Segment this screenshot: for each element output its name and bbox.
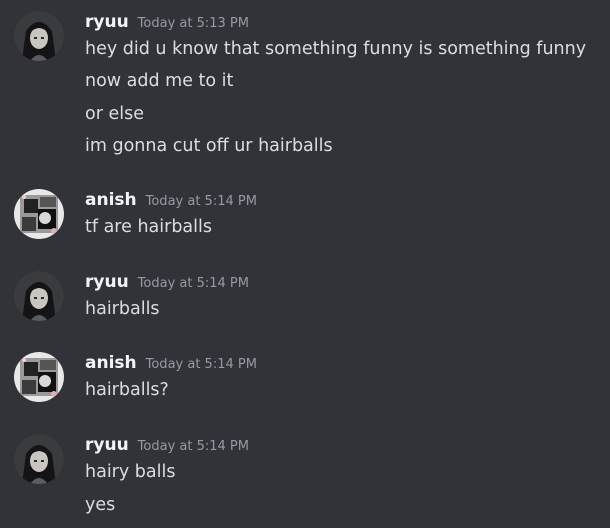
anime-girl-avatar-icon xyxy=(14,434,64,484)
username[interactable]: ryuu xyxy=(85,272,129,292)
message-text: im gonna cut off ur hairballs xyxy=(85,136,333,156)
timestamp: Today at 5:14 PM xyxy=(145,194,257,209)
chat-message-list: ryuu Today at 5:13 PM hey did u know tha… xyxy=(0,0,610,528)
message-header: anish Today at 5:14 PM xyxy=(85,353,257,375)
timestamp: Today at 5:13 PM xyxy=(137,16,249,31)
message-header: ryuu Today at 5:13 PM xyxy=(85,12,249,34)
username[interactable]: anish xyxy=(85,353,137,373)
message-header: ryuu Today at 5:14 PM xyxy=(85,435,249,457)
anime-girl-avatar-icon xyxy=(14,11,64,61)
user-avatar[interactable] xyxy=(14,271,64,321)
message-text: hairballs? xyxy=(85,380,169,400)
timestamp: Today at 5:14 PM xyxy=(145,357,257,372)
timestamp: Today at 5:14 PM xyxy=(137,439,249,454)
username[interactable]: anish xyxy=(85,190,137,210)
grayscale-collage-avatar-icon xyxy=(14,352,64,402)
user-avatar[interactable] xyxy=(14,189,64,239)
message-text: hairballs xyxy=(85,299,160,319)
anime-girl-avatar-icon xyxy=(14,271,64,321)
username[interactable]: ryuu xyxy=(85,12,129,32)
message-text: or else xyxy=(85,104,144,124)
message-text: hairy balls xyxy=(85,462,176,482)
grayscale-collage-avatar-icon xyxy=(14,189,64,239)
user-avatar[interactable] xyxy=(14,434,64,484)
user-avatar[interactable] xyxy=(14,352,64,402)
message-header: anish Today at 5:14 PM xyxy=(85,190,257,212)
username[interactable]: ryuu xyxy=(85,435,129,455)
message-text: now add me to it xyxy=(85,71,234,91)
user-avatar[interactable] xyxy=(14,11,64,61)
message-header: ryuu Today at 5:14 PM xyxy=(85,272,249,294)
timestamp: Today at 5:14 PM xyxy=(137,276,249,291)
message-text: hey did u know that something funny is s… xyxy=(85,39,587,59)
message-text: yes xyxy=(85,495,116,515)
message-text: tf are hairballs xyxy=(85,217,212,237)
